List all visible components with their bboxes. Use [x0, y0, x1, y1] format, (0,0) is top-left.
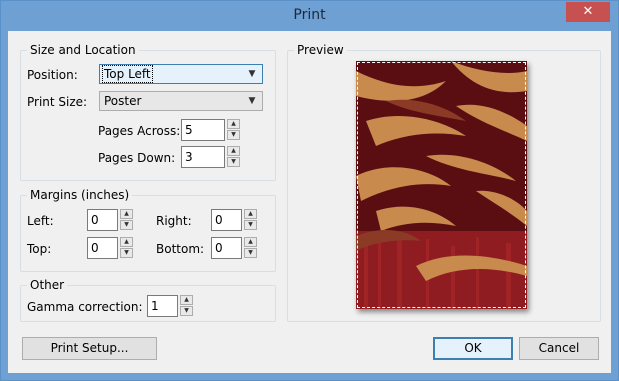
position-select[interactable]: Top Left ▼	[99, 64, 263, 84]
chevron-down-icon: ▼	[248, 69, 256, 79]
close-button[interactable]: ✕	[566, 2, 610, 22]
pages-down-input[interactable]	[181, 146, 225, 168]
arrow-down-icon[interactable]: ▼	[244, 220, 257, 230]
arrow-down-icon[interactable]: ▼	[120, 220, 133, 230]
dialog-body: Size and Location Position: Top Left ▼ P…	[8, 31, 611, 373]
arrow-up-icon[interactable]: ▲	[120, 209, 133, 219]
print-size-label: Print Size:	[27, 95, 88, 109]
arrow-up-icon[interactable]: ▲	[227, 146, 240, 156]
other-legend: Other	[30, 278, 65, 292]
arrow-up-icon[interactable]: ▲	[227, 119, 240, 129]
margin-top-label: Top:	[27, 242, 52, 256]
arrow-down-icon[interactable]: ▼	[120, 248, 133, 258]
title-bar[interactable]: Print ✕	[1, 1, 618, 31]
close-icon: ✕	[582, 4, 594, 19]
gamma-label: Gamma correction:	[27, 300, 143, 314]
margin-bottom-label: Bottom:	[156, 242, 205, 256]
arrow-up-icon[interactable]: ▲	[244, 237, 257, 247]
preview-legend: Preview	[297, 43, 344, 57]
print-dialog: Print ✕ Size and Location Position: Top …	[0, 0, 619, 381]
cancel-button[interactable]: Cancel	[519, 337, 599, 360]
position-label: Position:	[27, 68, 78, 82]
pages-across-label: Pages Across:	[98, 124, 181, 138]
arrow-down-icon[interactable]: ▼	[227, 130, 240, 140]
preview-image	[356, 61, 527, 309]
margin-right-label: Right:	[156, 214, 192, 228]
arrow-down-icon[interactable]: ▼	[180, 306, 193, 316]
margins-legend: Margins (inches)	[30, 188, 130, 202]
margin-right-input[interactable]	[211, 209, 242, 231]
print-size-select[interactable]: Poster ▼	[99, 91, 263, 111]
gamma-input[interactable]	[147, 295, 178, 317]
arrow-up-icon[interactable]: ▲	[120, 237, 133, 247]
pages-across-input[interactable]	[181, 119, 225, 141]
ok-button[interactable]: OK	[433, 337, 513, 360]
arrow-up-icon[interactable]: ▲	[180, 295, 193, 305]
chevron-down-icon: ▼	[248, 96, 256, 106]
margin-top-input[interactable]	[87, 237, 118, 259]
window-title: Print	[293, 7, 326, 23]
position-value: Top Left	[102, 65, 153, 83]
margin-bottom-input[interactable]	[211, 237, 242, 259]
arrow-down-icon[interactable]: ▼	[244, 248, 257, 258]
margin-left-input[interactable]	[87, 209, 118, 231]
print-area-outline	[357, 62, 526, 308]
margin-left-label: Left:	[27, 214, 54, 228]
print-setup-button[interactable]: Print Setup...	[22, 337, 157, 360]
arrow-down-icon[interactable]: ▼	[227, 157, 240, 167]
pages-down-label: Pages Down:	[98, 151, 176, 165]
arrow-up-icon[interactable]: ▲	[244, 209, 257, 219]
size-location-legend: Size and Location	[30, 43, 136, 57]
print-size-value: Poster	[104, 94, 142, 108]
